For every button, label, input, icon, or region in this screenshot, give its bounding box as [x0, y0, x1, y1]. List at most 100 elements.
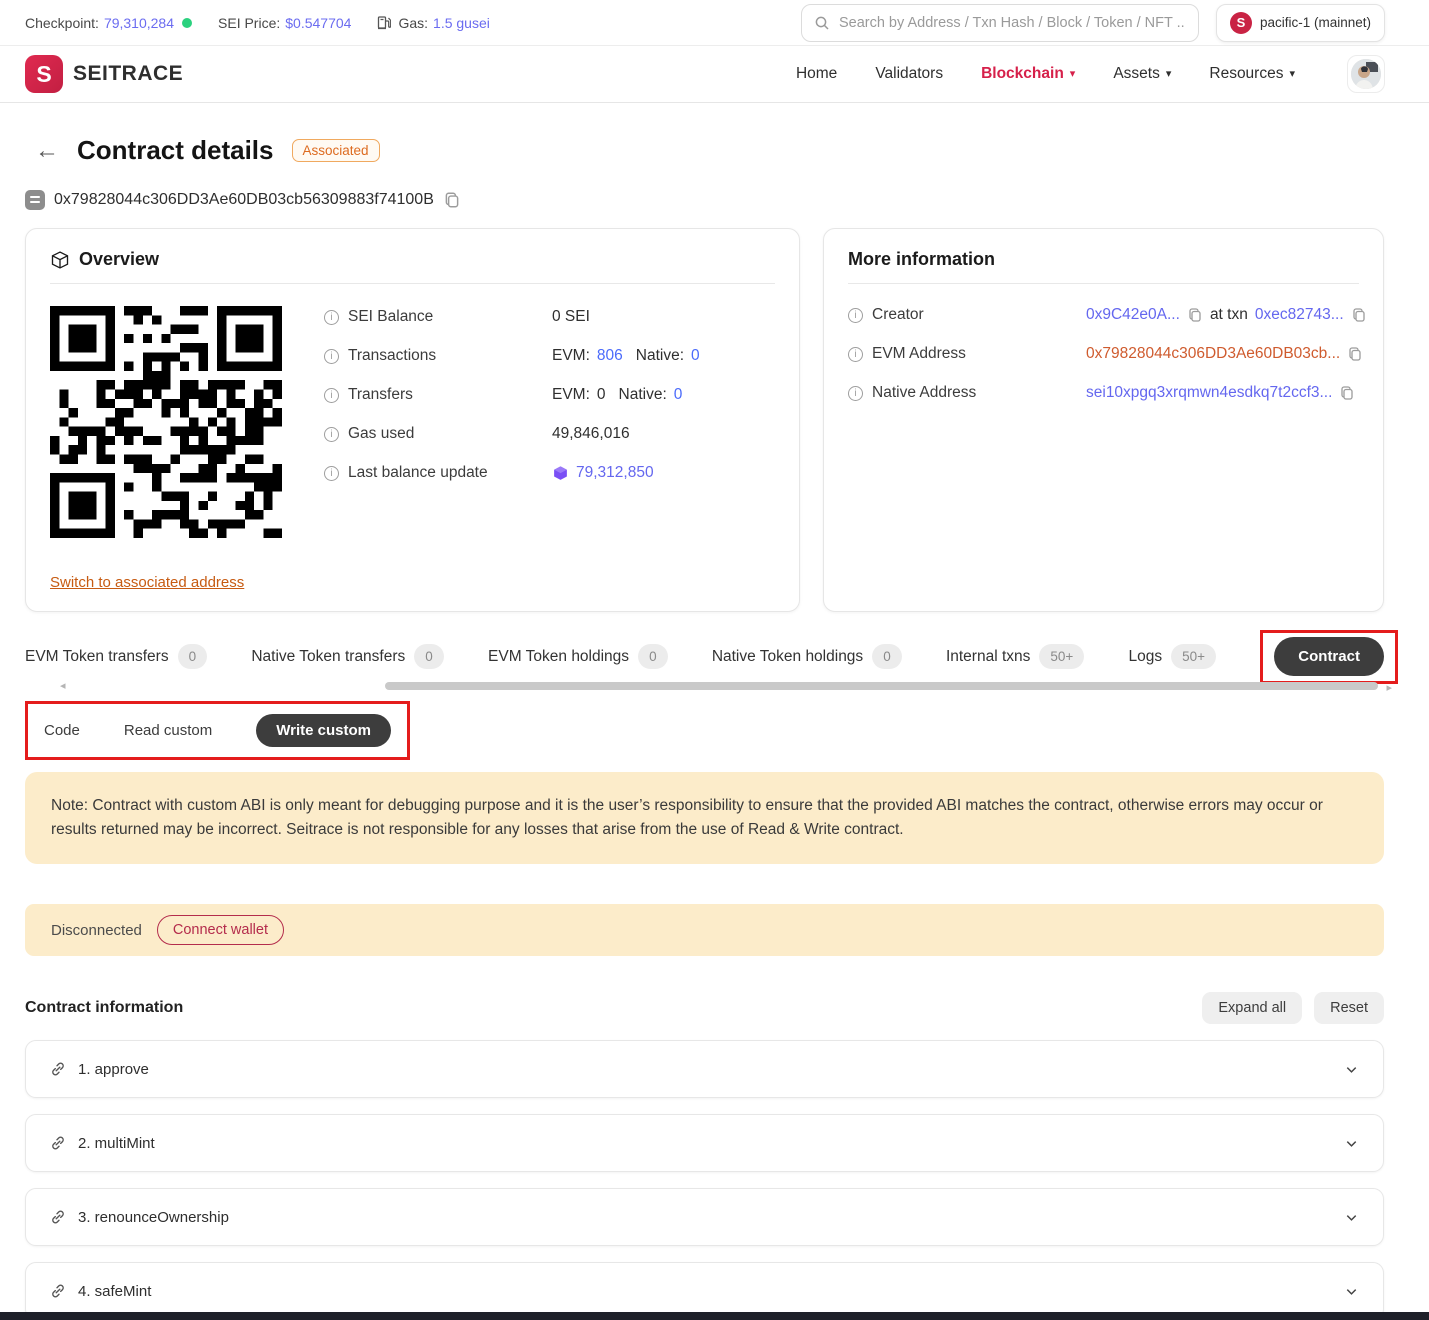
- status-dot-icon: [182, 18, 192, 28]
- evm-label: EVM:: [552, 347, 590, 365]
- creator-address-link[interactable]: 0x9C42e0A...: [1086, 306, 1180, 324]
- nav-item-label: Validators: [875, 65, 943, 83]
- tab-internal-txns[interactable]: Internal txns 50+: [946, 644, 1084, 669]
- info-icon: [324, 310, 339, 325]
- sei-balance-row: SEI Balance 0 SEI: [324, 308, 700, 326]
- method-accordion-multimint[interactable]: 2. multiMint: [25, 1114, 1384, 1172]
- gas-value[interactable]: 1.5 gusei: [433, 15, 490, 31]
- transfers-row: Transfers EVM: 0 Native: 0: [324, 386, 700, 404]
- info-icon: [324, 427, 339, 442]
- method-label: 3. renounceOwnership: [78, 1209, 229, 1226]
- nav-item-resources[interactable]: Resources ▾: [1209, 65, 1295, 83]
- copy-creator-icon[interactable]: [1187, 307, 1203, 323]
- tab-count-badge: 50+: [1039, 644, 1084, 669]
- evm-label: EVM:: [552, 386, 590, 404]
- sei-price-stat: SEI Price: $0.547704: [218, 15, 351, 31]
- nav-item-home[interactable]: Home: [796, 65, 837, 83]
- creator-row: Creator 0x9C42e0A... at txn 0xec82743...: [848, 306, 1359, 324]
- wallet-banner: Disconnected Connect wallet: [25, 904, 1384, 956]
- checkpoint-value[interactable]: 79,310,284: [104, 15, 174, 31]
- method-accordion-approve[interactable]: 1. approve: [25, 1040, 1384, 1098]
- more-info-title: More information: [848, 249, 995, 270]
- network-selector[interactable]: S pacific-1 (mainnet): [1216, 4, 1385, 42]
- info-icon: [324, 466, 339, 481]
- evm-address-row: EVM Address 0x79828044c306DD3Ae60DB03cb.…: [848, 345, 1359, 363]
- nav-item-blockchain[interactable]: Blockchain ▾: [981, 65, 1075, 83]
- nav-item-assets[interactable]: Assets ▾: [1113, 65, 1171, 83]
- switch-associated-address-link[interactable]: Switch to associated address: [50, 574, 244, 591]
- tabs-scrollbar[interactable]: ◂ ▸: [25, 679, 1384, 693]
- profile-menu-button[interactable]: [1347, 55, 1385, 93]
- tab-evm-token-transfers[interactable]: EVM Token transfers 0: [25, 644, 207, 669]
- copy-evm-address-icon[interactable]: [1347, 346, 1363, 362]
- chevron-down-icon[interactable]: [1344, 1210, 1359, 1225]
- seitrace-logo-icon: S: [25, 55, 63, 93]
- chevron-down-icon[interactable]: [1344, 1062, 1359, 1077]
- info-icon: [848, 347, 863, 362]
- brand-name: SEITRACE: [73, 62, 183, 86]
- scroll-left-icon[interactable]: ◂: [60, 679, 66, 692]
- copy-txn-icon[interactable]: [1351, 307, 1367, 323]
- nav-item-validators[interactable]: Validators: [875, 65, 943, 83]
- tab-native-token-holdings[interactable]: Native Token holdings 0: [712, 644, 902, 669]
- chevron-down-icon[interactable]: [1344, 1136, 1359, 1151]
- tab-label: EVM Token holdings: [488, 648, 629, 666]
- evm-txn-count-link[interactable]: 806: [597, 347, 623, 365]
- subtab-read-custom[interactable]: Read custom: [124, 722, 212, 739]
- nav-item-label: Blockchain: [981, 65, 1064, 83]
- transactions-row: Transactions EVM: 806 Native: 0: [324, 347, 700, 365]
- tab-logs[interactable]: Logs 50+: [1129, 644, 1217, 669]
- native-address-link[interactable]: sei10xpgq3xrqmwn4esdkq7t2ccf3...: [1086, 384, 1332, 402]
- link-icon: [50, 1209, 66, 1225]
- overview-card: Overview SEI Balance 0 SEI Transactions …: [25, 228, 800, 612]
- tab-label: Logs: [1129, 648, 1163, 666]
- last-balance-block-link[interactable]: 79,312,850: [576, 464, 654, 482]
- method-accordion-renounceownership[interactable]: 3. renounceOwnership: [25, 1188, 1384, 1246]
- abi-note-banner: Note: Contract with custom ABI is only m…: [25, 772, 1384, 864]
- row-label: SEI Balance: [348, 308, 433, 326]
- expand-all-button[interactable]: Expand all: [1202, 992, 1302, 1024]
- seitrace-mini-logo-icon: S: [1230, 12, 1252, 34]
- row-label: Gas used: [348, 425, 414, 443]
- row-label: Creator: [872, 306, 924, 324]
- tab-count-badge: 50+: [1171, 644, 1216, 669]
- caret-down-icon: ▾: [1289, 69, 1295, 80]
- subtab-write-custom[interactable]: Write custom: [256, 714, 391, 747]
- native-txn-count-link[interactable]: 0: [691, 347, 700, 365]
- back-arrow-icon[interactable]: ←: [35, 139, 59, 163]
- row-label: Transfers: [348, 386, 413, 404]
- status-topbar: Checkpoint: 79,310,284 SEI Price: $0.547…: [0, 0, 1429, 46]
- copy-address-icon[interactable]: [443, 191, 461, 209]
- link-icon: [50, 1283, 66, 1299]
- tab-bar: EVM Token transfers 0 Native Token trans…: [25, 644, 1384, 669]
- block-cube-icon: [552, 465, 569, 482]
- tab-label: Internal txns: [946, 648, 1030, 666]
- copy-native-address-icon[interactable]: [1339, 385, 1355, 401]
- tab-evm-token-holdings[interactable]: EVM Token holdings 0: [488, 644, 668, 669]
- bottom-edge-bar: [0, 1312, 1429, 1320]
- tab-contract[interactable]: Contract: [1274, 637, 1384, 676]
- info-icon: [848, 386, 863, 401]
- evm-address-link[interactable]: 0x79828044c306DD3Ae60DB03cb...: [1086, 345, 1340, 363]
- creator-txn-link[interactable]: 0xec82743...: [1255, 306, 1344, 324]
- contract-address: 0x79828044c306DD3Ae60DB03cb56309883f7410…: [54, 191, 434, 209]
- last-balance-update-row: Last balance update 79,312,850: [324, 464, 700, 482]
- search-box[interactable]: [801, 4, 1199, 42]
- scrollbar-thumb[interactable]: [385, 682, 1378, 690]
- contract-doc-icon: [25, 190, 45, 210]
- sei-price-value[interactable]: $0.547704: [285, 15, 351, 31]
- annotation-box-subtabs: Code Read custom Write custom: [25, 701, 410, 760]
- connect-wallet-button[interactable]: Connect wallet: [157, 915, 284, 945]
- link-icon: [50, 1135, 66, 1151]
- nav-item-label: Assets: [1113, 65, 1160, 83]
- subtab-code[interactable]: Code: [44, 722, 80, 739]
- search-input[interactable]: [839, 15, 1186, 31]
- scroll-right-icon[interactable]: ▸: [1386, 681, 1392, 694]
- tab-native-token-transfers[interactable]: Native Token transfers 0: [251, 644, 443, 669]
- brand[interactable]: S SEITRACE: [25, 55, 183, 93]
- native-transfer-count-link[interactable]: 0: [674, 386, 683, 404]
- reset-button[interactable]: Reset: [1314, 992, 1384, 1024]
- chevron-down-icon[interactable]: [1344, 1284, 1359, 1299]
- contract-information-title: Contract information: [25, 999, 183, 1017]
- gas-label: Gas:: [398, 15, 428, 31]
